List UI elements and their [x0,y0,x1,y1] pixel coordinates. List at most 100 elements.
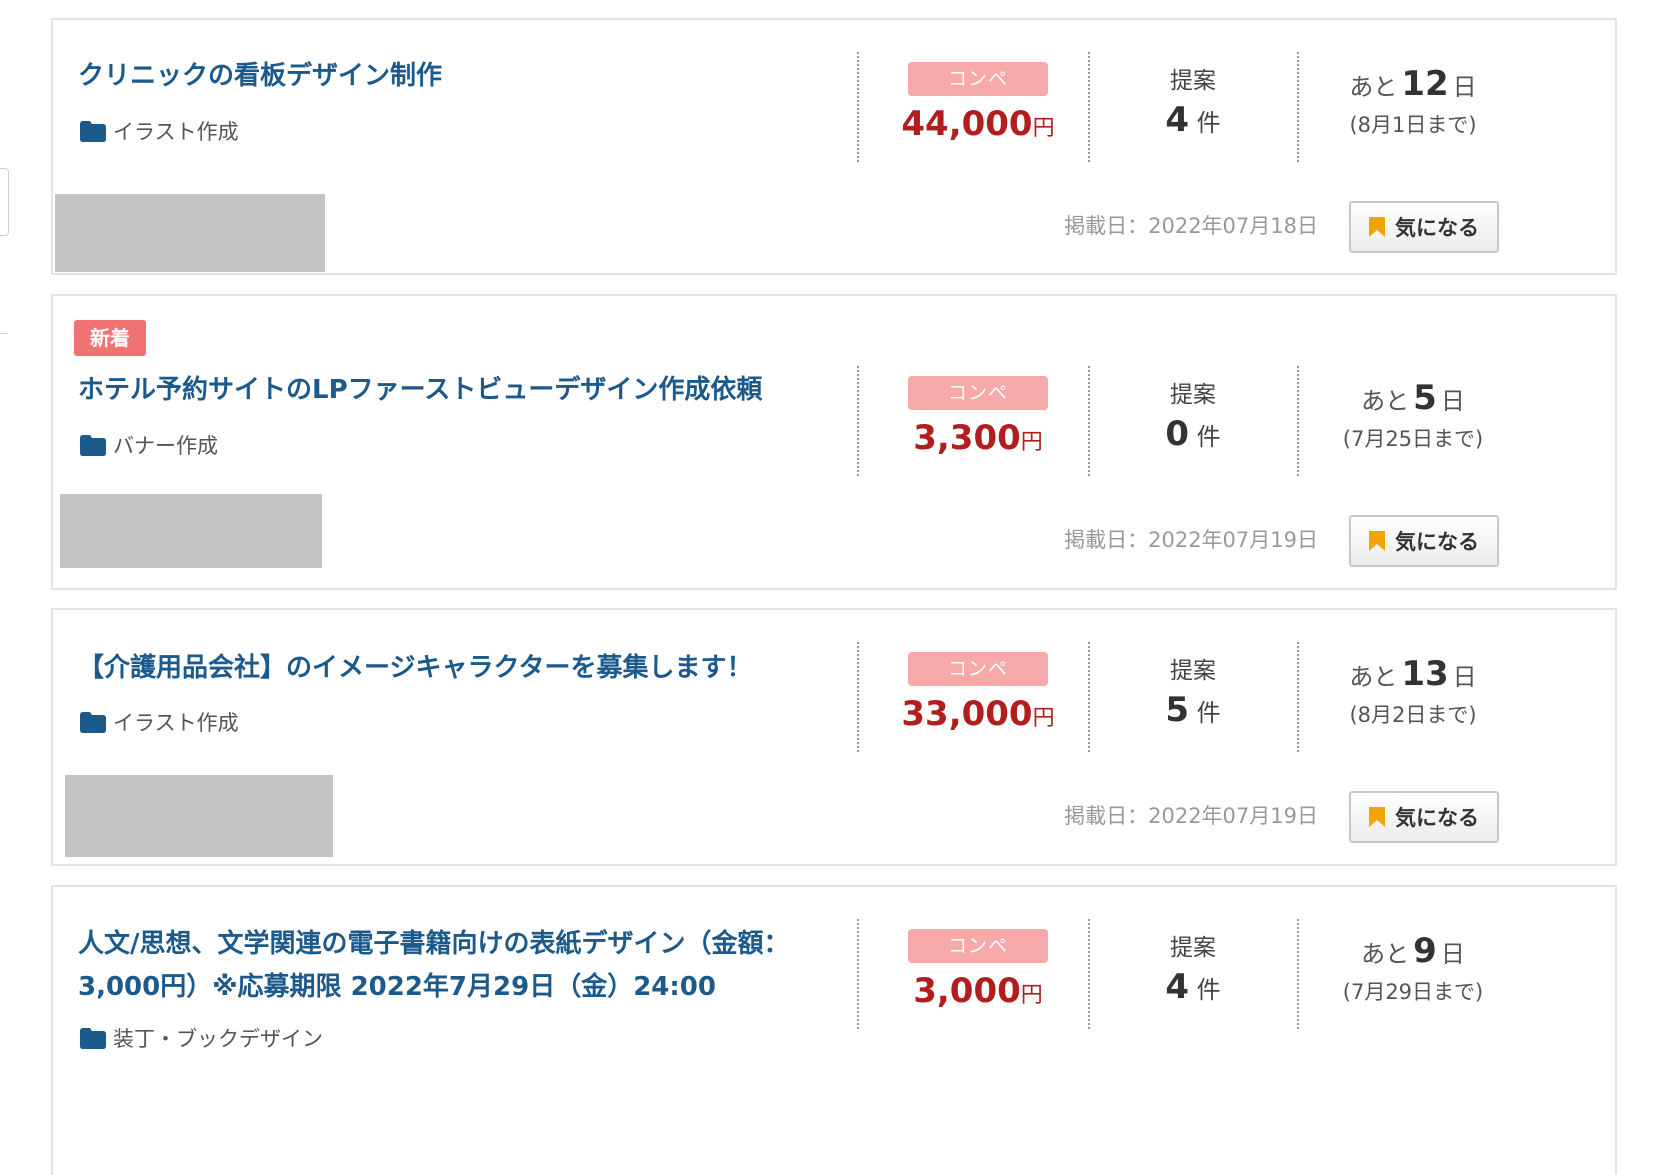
listing-title[interactable]: クリニックの看板デザイン制作 [78,55,838,98]
thumbnail-placeholder[interactable] [65,775,333,857]
thumbnail-placeholder[interactable] [55,194,325,272]
divider [857,366,859,476]
proposals-count: 4 件 [1113,102,1273,141]
deadline-date: (7月29日まで) [1342,980,1484,1004]
listing-card[interactable]: クリニックの看板デザイン制作 イラスト作成 コンペ 44,000円 提案 4 件… [51,18,1617,275]
proposals-label: 提案 [1170,382,1216,408]
divider [1088,642,1090,752]
price: 3,300円 [892,418,1064,463]
days-unit: 日 [1452,73,1477,101]
days-prefix: あと [1349,663,1398,691]
days-remaining: あと 13 日 [1303,654,1523,697]
proposals-count: 0 件 [1113,416,1273,455]
type-badge: コンペ [908,652,1048,686]
thumbnail-placeholder[interactable] [60,494,322,568]
bookmark-icon [1369,531,1385,551]
type-badge: コンペ [908,62,1048,96]
divider [1297,642,1299,752]
listing-title[interactable]: ホテル予約サイトのLPファーストビューデザイン作成依頼 [78,369,838,412]
price-unit: 円 [1032,116,1055,141]
folder-icon [80,434,106,456]
days-prefix: あと [1349,73,1398,101]
category-label: 装丁・ブックデザイン [113,1027,323,1051]
posted-date: 掲載日：2022年07月19日 [1064,804,1318,828]
days-remaining: あと 5 日 [1303,378,1523,421]
divider [1088,366,1090,476]
proposals-number: 5 [1165,690,1190,730]
divider [1297,919,1299,1029]
divider [1297,366,1299,476]
days-prefix: あと [1361,387,1410,415]
days-unit: 日 [1452,663,1477,691]
deadline-date: (8月2日まで) [1349,703,1477,727]
proposals-unit: 件 [1196,423,1221,451]
type-badge: コンペ [908,376,1048,410]
days-number: 9 [1413,931,1437,971]
favorite-button[interactable]: 気になる [1349,515,1499,567]
price-value: 3,300 [913,418,1021,458]
proposals-number: 4 [1165,967,1190,1007]
posted-date: 掲載日：2022年07月19日 [1064,528,1318,552]
listing-category[interactable]: 装丁・ブックデザイン [80,1023,323,1053]
favorite-label: 気になる [1395,530,1479,554]
days-prefix: あと [1361,940,1410,968]
new-badge: 新着 [74,320,146,356]
type-badge: コンペ [908,929,1048,963]
price-unit: 円 [1020,430,1043,455]
listing-card[interactable]: 新着 ホテル予約サイトのLPファーストビューデザイン作成依頼 バナー作成 コンペ… [51,294,1617,590]
proposals-number: 4 [1165,100,1190,140]
category-label: イラスト作成 [113,120,239,144]
proposals-count: 4 件 [1113,969,1273,1008]
folder-icon [80,120,106,142]
days-unit: 日 [1440,387,1465,415]
proposals-label: 提案 [1170,658,1216,684]
left-panel-edge [0,168,9,236]
days-remaining: あと 9 日 [1303,931,1523,974]
price-unit: 円 [1020,983,1043,1008]
favorite-label: 気になる [1395,806,1479,830]
divider [1088,52,1090,162]
divider [1297,52,1299,162]
posted-date: 掲載日：2022年07月18日 [1064,214,1318,238]
listing-card[interactable]: 人文/思想、文学関連の電子書籍向けの表紙デザイン（金額：3,000円）※応募期限… [51,885,1617,1175]
price-value: 3,000 [913,971,1021,1011]
days-remaining: あと 12 日 [1303,64,1523,107]
listing-card[interactable]: 【介護用品会社】のイメージキャラクターを募集します！ イラスト作成 コンペ 33… [51,608,1617,866]
price-value: 33,000 [901,694,1033,734]
divider [857,919,859,1029]
divider [857,52,859,162]
days-number: 5 [1413,378,1437,418]
price: 3,000円 [892,971,1064,1016]
favorite-label: 気になる [1395,216,1479,240]
price: 33,000円 [892,694,1064,739]
proposals-unit: 件 [1196,976,1221,1004]
days-number: 13 [1401,654,1449,694]
listing-category[interactable]: イラスト作成 [80,707,239,737]
proposals-unit: 件 [1196,699,1221,727]
price-unit: 円 [1032,706,1055,731]
divider [857,642,859,752]
proposals-count: 5 件 [1113,692,1273,731]
deadline-date: (7月25日まで) [1342,427,1484,451]
folder-icon [80,711,106,733]
price: 44,000円 [892,104,1064,149]
category-label: イラスト作成 [113,711,239,735]
folder-icon [80,1027,106,1049]
category-label: バナー作成 [113,434,218,458]
days-number: 12 [1401,64,1449,104]
favorite-button[interactable]: 気になる [1349,201,1499,253]
listing-title[interactable]: 【介護用品会社】のイメージキャラクターを募集します！ [78,647,838,690]
favorite-button[interactable]: 気になる [1349,791,1499,843]
divider [1088,919,1090,1029]
bookmark-icon [1369,217,1385,237]
left-panel-divider [0,333,8,334]
listing-category[interactable]: イラスト作成 [80,116,239,146]
proposals-number: 0 [1165,414,1190,454]
deadline-date: (8月1日まで) [1349,113,1477,137]
bookmark-icon [1369,807,1385,827]
proposals-label: 提案 [1170,68,1216,94]
listing-title[interactable]: 人文/思想、文学関連の電子書籍向けの表紙デザイン（金額：3,000円）※応募期限… [78,923,848,1009]
listing-category[interactable]: バナー作成 [80,430,218,460]
price-value: 44,000 [901,104,1033,144]
days-unit: 日 [1440,940,1465,968]
